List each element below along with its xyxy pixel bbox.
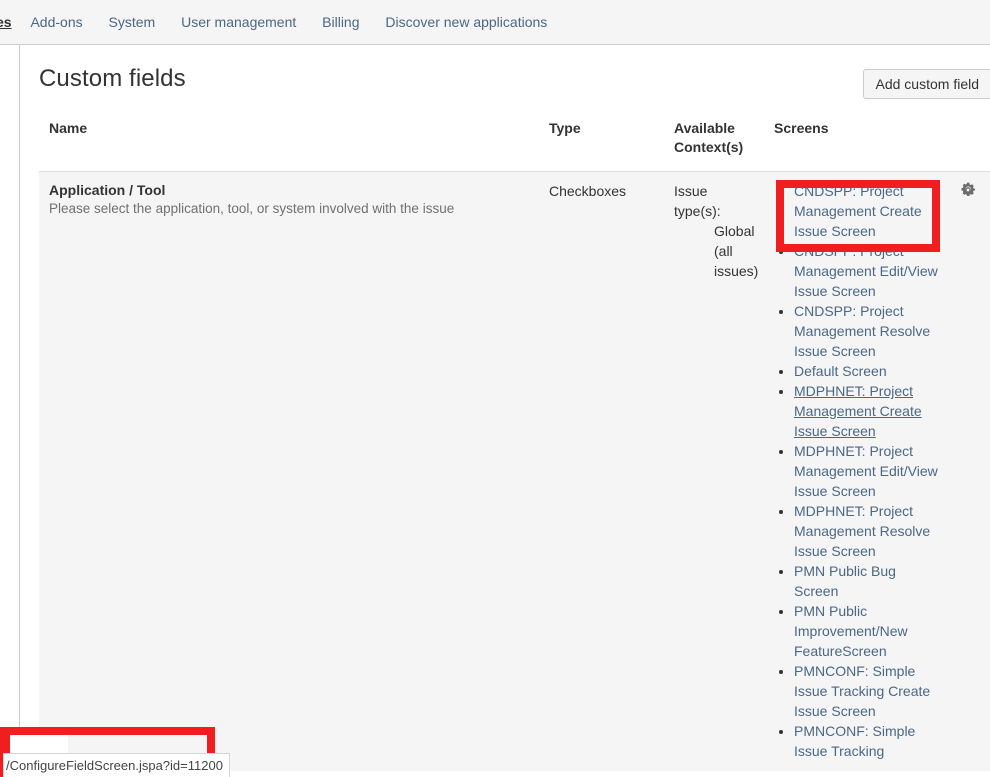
screen-link[interactable]: PMN Public Improvement/New FeatureScreen: [794, 603, 908, 659]
screen-link[interactable]: MDPHNET: Project Management Create Issue…: [794, 383, 922, 439]
cell-available-contexts: Issue type(s): Global (all issues): [664, 171, 764, 771]
cell-screens: CNDSPP: Project Management Create Issue …: [764, 171, 949, 771]
table-header-row: Name Type Available Context(s) Screens: [39, 111, 990, 172]
screen-link[interactable]: CNDSPP: Project Management Edit/View Iss…: [794, 243, 938, 299]
screen-list-item: PMN Public Bug Screen: [794, 561, 939, 601]
nav-item-system[interactable]: System: [98, 0, 167, 44]
column-header-actions: [949, 111, 990, 172]
main-content: Custom fields Add custom field Name Type…: [21, 45, 990, 777]
table-head: Name Type Available Context(s) Screens: [39, 111, 990, 172]
column-header-name: Name: [39, 111, 539, 172]
screen-link[interactable]: PMN Public Bug Screen: [794, 563, 896, 599]
screen-link[interactable]: Default Screen: [794, 363, 887, 379]
browser-status-bar: /ConfigureFieldScreen.jspa?id=11200: [3, 753, 230, 777]
page-header: Custom fields Add custom field: [21, 45, 990, 111]
field-description-label: Please select the application, tool, or …: [49, 201, 455, 216]
screen-list-item: MDPHNET: Project Management Create Issue…: [794, 381, 939, 441]
nav-item-clipped[interactable]: es: [0, 0, 16, 44]
table-row: Application / Tool Please select the app…: [39, 171, 990, 771]
page-title: Custom fields: [39, 65, 186, 92]
custom-fields-table: Name Type Available Context(s) Screens A…: [39, 111, 990, 771]
screen-list-item: CNDSPP: Project Management Edit/View Iss…: [794, 241, 939, 301]
column-header-screens: Screens: [764, 111, 949, 172]
screen-list-item: PMNCONF: Simple Issue Tracking Create Is…: [794, 661, 939, 721]
column-header-context: Available Context(s): [664, 111, 764, 172]
screen-list-item: Default Screen: [794, 361, 939, 381]
admin-nav-bar: es Add-ons System User management Billin…: [0, 0, 990, 45]
context-value: Global (all issues): [714, 223, 759, 279]
nav-item-discover-new-applications[interactable]: Discover new applications: [374, 0, 558, 44]
column-header-type: Type: [539, 111, 664, 172]
cell-field-name: Application / Tool Please select the app…: [39, 171, 539, 771]
screen-list-item: CNDSPP: Project Management Resolve Issue…: [794, 301, 939, 361]
add-custom-field-button[interactable]: Add custom field: [862, 69, 990, 99]
context-label: Issue type(s):: [674, 183, 721, 219]
screens-list: CNDSPP: Project Management Create Issue …: [774, 181, 939, 761]
screen-link[interactable]: PMNCONF: Simple Issue Tracking Create Is…: [794, 663, 930, 719]
screen-list-item: MDPHNET: Project Management Edit/View Is…: [794, 441, 939, 501]
nav-item-addons[interactable]: Add-ons: [19, 0, 93, 44]
screen-list-item: CNDSPP: Project Management Create Issue …: [794, 181, 939, 241]
cell-actions: [949, 171, 990, 771]
cell-field-type: Checkboxes: [539, 171, 664, 771]
table-body: Application / Tool Please select the app…: [39, 171, 990, 771]
sidebar-panel: [0, 45, 20, 777]
screen-link[interactable]: CNDSPP: Project Management Resolve Issue…: [794, 303, 930, 359]
screen-link[interactable]: PMNCONF: Simple Issue Tracking: [794, 723, 915, 759]
gear-icon[interactable]: [959, 181, 977, 199]
status-bar-backdrop: [8, 735, 68, 755]
screen-list-item: PMNCONF: Simple Issue Tracking: [794, 721, 939, 761]
screen-link[interactable]: MDPHNET: Project Management Resolve Issu…: [794, 503, 930, 559]
field-name-label: Application / Tool: [49, 182, 166, 198]
screen-list-item: MDPHNET: Project Management Resolve Issu…: [794, 501, 939, 561]
nav-item-user-management[interactable]: User management: [170, 0, 307, 44]
nav-item-billing[interactable]: Billing: [311, 0, 370, 44]
screen-link[interactable]: MDPHNET: Project Management Edit/View Is…: [794, 443, 938, 499]
screen-link[interactable]: CNDSPP: Project Management Create Issue …: [794, 183, 922, 239]
screen-list-item: PMN Public Improvement/New FeatureScreen: [794, 601, 939, 661]
